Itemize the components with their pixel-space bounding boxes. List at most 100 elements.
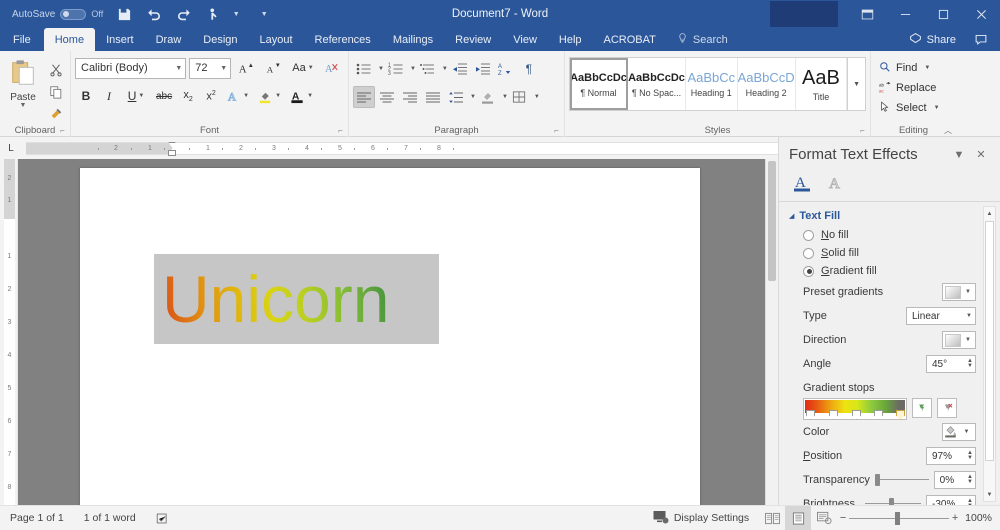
- no-fill-option[interactable]: No fill: [789, 226, 976, 244]
- fill-color-button[interactable]: ▼: [942, 423, 976, 441]
- zoom-level[interactable]: 100%: [961, 512, 1000, 524]
- solid-fill-option[interactable]: Solid fill: [789, 244, 976, 262]
- styles-more-icon[interactable]: ▼: [847, 58, 865, 110]
- font-name-combo[interactable]: Calibri (Body) ▼: [75, 57, 187, 79]
- gradient-stop-handle[interactable]: [829, 410, 838, 420]
- bullets-caret-icon[interactable]: ▼: [378, 66, 384, 72]
- angle-spinner[interactable]: 45° ▲ ▼: [926, 355, 976, 373]
- autosave-toggle[interactable]: AutoSave Off: [6, 8, 109, 20]
- direction-button[interactable]: ▼: [942, 331, 976, 349]
- borders-caret-icon[interactable]: ▼: [534, 94, 540, 100]
- document-canvas[interactable]: Unicorn: [18, 159, 778, 505]
- style-heading-1[interactable]: AaBbCc Heading 1: [686, 58, 738, 110]
- find-button[interactable]: Find ▼: [875, 58, 952, 78]
- tab-review[interactable]: Review: [444, 28, 502, 51]
- shading-button[interactable]: [477, 86, 499, 108]
- gradient-stop-handle[interactable]: [874, 410, 883, 420]
- restore-button[interactable]: [924, 0, 962, 28]
- tab-home[interactable]: Home: [43, 28, 96, 51]
- style-title[interactable]: AaB Title: [796, 58, 848, 110]
- text-highlight-color-button[interactable]: ▼: [254, 85, 285, 107]
- strikethrough-button[interactable]: abc: [152, 85, 176, 107]
- slider-knob[interactable]: [875, 474, 880, 486]
- preset-gradients-button[interactable]: ▼: [942, 283, 976, 301]
- comments-icon[interactable]: [968, 28, 994, 51]
- document-text[interactable]: Unicorn: [162, 260, 389, 338]
- web-layout-view[interactable]: [811, 506, 837, 530]
- select-button[interactable]: Select ▼: [875, 98, 952, 118]
- subscript-button[interactable]: x2: [177, 85, 199, 107]
- text-effects-button[interactable]: A ▼: [223, 85, 253, 107]
- superscript-button[interactable]: x2: [200, 85, 222, 107]
- preset-gradients-control[interactable]: ▼: [942, 283, 976, 301]
- text-fill-section-header[interactable]: ◢ Text Fill: [789, 208, 976, 226]
- italic-button[interactable]: I: [98, 85, 120, 107]
- qat-caret-icon[interactable]: ▼: [229, 1, 243, 27]
- redo-icon[interactable]: [169, 1, 199, 27]
- format-painter-button[interactable]: [46, 104, 66, 123]
- pane-scrollbar-thumb[interactable]: [985, 221, 994, 461]
- copy-button[interactable]: [46, 82, 66, 101]
- print-layout-view[interactable]: [785, 505, 812, 530]
- zoom-slider[interactable]: − +: [837, 506, 961, 530]
- shrink-font-button[interactable]: A ▼: [261, 57, 285, 79]
- tab-mailings[interactable]: Mailings: [382, 28, 444, 51]
- transparency-spinner[interactable]: 0% ▲ ▼: [933, 471, 976, 489]
- autosave-switch[interactable]: [60, 8, 87, 20]
- tab-insert[interactable]: Insert: [95, 28, 145, 51]
- clipboard-dialog-launcher[interactable]: ⌐: [58, 126, 67, 135]
- gradient-stops-bar[interactable]: [803, 398, 907, 420]
- zoom-knob[interactable]: [895, 511, 901, 525]
- page-indicator[interactable]: Page 1 of 1: [0, 506, 74, 530]
- pane-scrollbar[interactable]: ▲ ▼: [983, 206, 996, 502]
- style-no-spacing[interactable]: AaBbCcDc ¶ No Spac...: [628, 58, 686, 110]
- document-vertical-scrollbar[interactable]: [765, 159, 778, 505]
- paragraph-dialog-launcher[interactable]: ⌐: [552, 126, 561, 135]
- position-spinner[interactable]: 97% ▲ ▼: [926, 447, 976, 465]
- sort-button[interactable]: AZ: [495, 58, 517, 80]
- proofing-errors-icon[interactable]: [146, 506, 179, 530]
- minimize-button[interactable]: [886, 0, 924, 28]
- decrease-indent-button[interactable]: [449, 58, 471, 80]
- borders-button[interactable]: [509, 86, 531, 108]
- grow-font-button[interactable]: A ▲: [234, 57, 258, 79]
- add-gradient-stop-icon[interactable]: [912, 398, 932, 418]
- style-heading-2[interactable]: AaBbCcD Heading 2: [738, 58, 796, 110]
- chevron-down-icon[interactable]: ▼: [948, 149, 970, 161]
- line-spacing-caret-icon[interactable]: ▼: [470, 94, 476, 100]
- align-center-button[interactable]: [376, 86, 398, 108]
- replace-button[interactable]: ab ac Replace: [875, 78, 952, 98]
- search-box[interactable]: Search: [667, 28, 738, 51]
- transparency-slider[interactable]: [875, 473, 929, 487]
- text-fill-and-outline-tab[interactable]: A: [791, 171, 815, 195]
- display-settings-button[interactable]: Display Settings: [643, 506, 759, 530]
- close-button[interactable]: [962, 0, 1000, 28]
- gradient-stop-handle[interactable]: [852, 410, 861, 420]
- clear-formatting-button[interactable]: A: [321, 57, 344, 79]
- align-right-button[interactable]: [399, 86, 421, 108]
- font-color-button[interactable]: A ▼: [286, 85, 317, 107]
- type-select[interactable]: Linear ▼: [906, 307, 976, 325]
- paste-caret-icon[interactable]: ▼: [20, 102, 27, 109]
- collapse-ribbon-icon[interactable]: ︿: [944, 125, 952, 136]
- gradient-stop-handle-selected[interactable]: [896, 410, 905, 420]
- shading-caret-icon[interactable]: ▼: [502, 94, 508, 100]
- tab-layout[interactable]: Layout: [249, 28, 304, 51]
- text-effects-tab[interactable]: A: [825, 171, 849, 195]
- find-caret-icon[interactable]: ▼: [924, 65, 930, 71]
- tab-stop-selector[interactable]: L: [0, 137, 22, 159]
- align-left-button[interactable]: [353, 86, 375, 108]
- spinner-arrows-icon[interactable]: ▲▼: [967, 450, 973, 461]
- numbering-button[interactable]: 123: [385, 58, 407, 80]
- show-formatting-marks-button[interactable]: ¶: [518, 58, 540, 80]
- qat-customize-icon[interactable]: ▼: [257, 1, 271, 27]
- document-page[interactable]: Unicorn: [80, 168, 700, 505]
- line-spacing-button[interactable]: [445, 86, 467, 108]
- tab-view[interactable]: View: [502, 28, 548, 51]
- gradient-fill-option[interactable]: Gradient fill: [789, 262, 976, 280]
- styles-dialog-launcher[interactable]: ⌐: [858, 126, 867, 135]
- underline-button[interactable]: U ▼: [121, 85, 151, 107]
- tab-design[interactable]: Design: [192, 28, 248, 51]
- multilevel-caret-icon[interactable]: ▼: [442, 66, 448, 72]
- ribbon-display-options-icon[interactable]: [848, 0, 886, 28]
